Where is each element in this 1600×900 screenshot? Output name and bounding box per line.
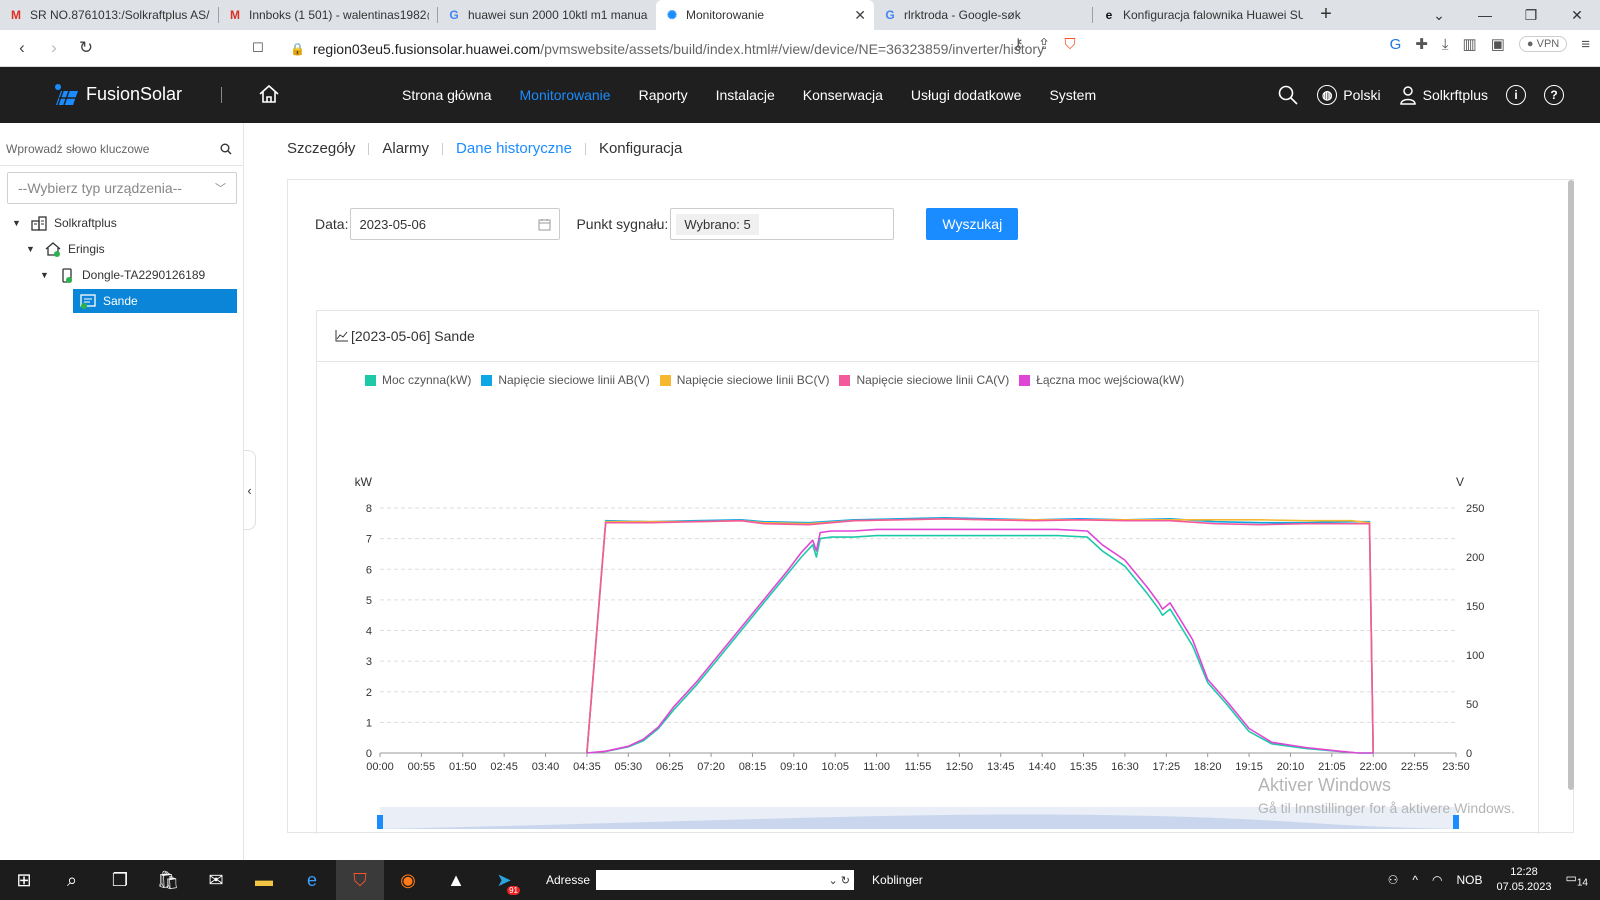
x-tick-label: 02:45 <box>490 761 518 773</box>
firefox-icon[interactable]: ◉ <box>384 860 432 900</box>
x-tick-label: 09:10 <box>780 761 808 773</box>
y-right-tick-label: 250 <box>1466 503 1484 515</box>
telegram-badge: 91 <box>507 886 520 895</box>
taskbar-address-label: Adresse <box>546 873 591 887</box>
mail-icon[interactable]: ✉ <box>192 860 240 900</box>
y-right-tick-label: 200 <box>1466 552 1484 564</box>
telegram-icon[interactable]: ➤ 91 <box>480 860 528 900</box>
x-tick-label: 20:10 <box>1277 761 1305 773</box>
series-line <box>586 528 1374 754</box>
input-language[interactable]: NOB <box>1456 873 1482 887</box>
windows-start-icon[interactable]: ⊞ <box>0 860 48 900</box>
x-tick-label: 08:15 <box>739 761 767 773</box>
x-tick-label: 19:15 <box>1235 761 1263 773</box>
y-left-tick-label: 4 <box>366 626 372 638</box>
taskbar-search-icon[interactable]: ⌕ <box>48 860 96 900</box>
y-right-axis-label: V <box>1456 475 1464 489</box>
y-right-tick-label: 50 <box>1466 699 1478 711</box>
x-tick-label: 06:25 <box>656 761 684 773</box>
zoom-handle-left[interactable] <box>377 815 383 829</box>
address-dropdown-icon[interactable]: ⌄ ↻ <box>829 874 851 887</box>
clock[interactable]: 12:28 07.05.2023 <box>1496 865 1551 895</box>
tray-chevron-icon[interactable]: ^ <box>1412 873 1418 887</box>
x-tick-label: 10:05 <box>821 761 849 773</box>
system-tray: ⚇ ^ ◠ NOB 12:28 07.05.2023 ▭14 <box>1388 860 1600 900</box>
x-tick-label: 07:20 <box>697 761 725 773</box>
edge-icon[interactable]: e <box>288 860 336 900</box>
y-left-tick-label: 6 <box>366 564 372 576</box>
x-tick-label: 11:00 <box>863 761 890 773</box>
watermark-line1: Aktiver Windows <box>1258 775 1392 795</box>
people-icon[interactable]: ⚇ <box>1388 873 1399 887</box>
series-line <box>586 517 1374 754</box>
x-tick-label: 05:30 <box>615 761 643 773</box>
notification-count: 14 <box>1576 877 1588 889</box>
y-left-tick-label: 0 <box>366 748 372 760</box>
taskbar-address-input[interactable]: ⌄ ↻ <box>596 870 855 890</box>
file-explorer-icon[interactable]: ▬ <box>240 860 288 900</box>
x-tick-label: 03:40 <box>532 761 560 773</box>
windows-taskbar: ⊞ ⌕ ❐ 🛍 ✉ ▬ e ⛉ ◉ ▲ ➤ 91 Adresse ⌄ ↻ Kobl… <box>0 860 1600 900</box>
y-left-tick-label: 1 <box>366 717 372 729</box>
history-line-chart: 0 1 2 3 4 5 6 7 8 0 50 100 150 200 250 kW V 00:00 00:55 01:… <box>355 475 1484 829</box>
x-tick-label: 00:00 <box>366 761 394 773</box>
x-tick-label: 18:20 <box>1194 761 1222 773</box>
y-right-tick-label: 100 <box>1466 650 1484 662</box>
notification-icon[interactable]: ▭14 <box>1566 871 1588 888</box>
taskbar-links-label[interactable]: Koblinger <box>872 873 923 887</box>
store-icon[interactable]: 🛍 <box>144 860 192 900</box>
brave-icon[interactable]: ⛉ <box>336 860 384 900</box>
x-tick-label: 00:55 <box>408 761 436 773</box>
x-tick-label: 11:55 <box>905 761 932 773</box>
series-line <box>586 517 1374 754</box>
x-tick-label: 13:45 <box>987 761 1015 773</box>
y-left-axis-label: kW <box>355 475 373 489</box>
photos-icon[interactable]: ▲ <box>432 860 480 900</box>
watermark-line2: Gå til Innstillinger for å aktivere Wind… <box>1258 800 1515 816</box>
x-tick-label: 14:40 <box>1028 761 1056 773</box>
series-line <box>586 534 1374 754</box>
x-tick-label: 23:50 <box>1442 761 1470 773</box>
windows-activation-watermark: Aktiver Windows Gå til Innstillinger for… <box>1258 775 1515 816</box>
x-tick-label: 22:55 <box>1401 761 1429 773</box>
y-left-tick-label: 5 <box>366 595 372 607</box>
y-left-tick-label: 2 <box>366 687 372 699</box>
x-tick-label: 21:05 <box>1318 761 1346 773</box>
y-right-tick-label: 0 <box>1466 748 1472 760</box>
y-left-tick-label: 3 <box>366 656 372 668</box>
network-icon[interactable]: ◠ <box>1432 873 1442 887</box>
y-left-tick-label: 7 <box>366 534 372 546</box>
clock-date: 07.05.2023 <box>1496 881 1552 893</box>
zoom-handle-right[interactable] <box>1453 815 1459 829</box>
x-tick-label: 04:35 <box>573 761 601 773</box>
x-tick-label: 16:30 <box>1111 761 1139 773</box>
task-view-icon[interactable]: ❐ <box>96 860 144 900</box>
clock-time: 12:28 <box>1510 866 1538 878</box>
x-tick-label: 01:50 <box>449 761 477 773</box>
x-tick-label: 22:00 <box>1359 761 1387 773</box>
y-left-tick-label: 8 <box>366 503 372 515</box>
x-tick-label: 15:35 <box>1070 761 1098 773</box>
y-right-tick-label: 150 <box>1466 601 1484 613</box>
x-tick-label: 12:50 <box>946 761 974 773</box>
x-tick-label: 17:25 <box>1153 761 1181 773</box>
series-line <box>586 516 1374 754</box>
